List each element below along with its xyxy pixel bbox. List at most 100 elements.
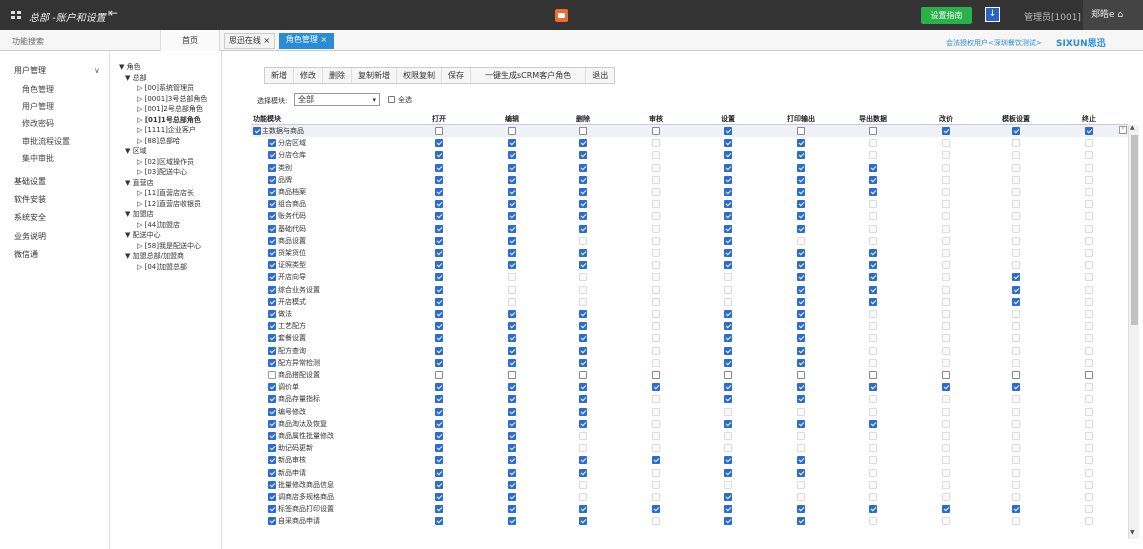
permission-checkbox[interactable]: [869, 224, 877, 233]
row-checkbox[interactable]: [268, 139, 276, 148]
permission-checkbox[interactable]: [1085, 505, 1093, 514]
permission-checkbox[interactable]: [797, 468, 805, 477]
permission-checkbox[interactable]: [652, 249, 660, 257]
permission-checkbox[interactable]: [1085, 273, 1093, 282]
permission-checkbox[interactable]: [797, 371, 805, 379]
permission-checkbox[interactable]: [435, 480, 443, 489]
permission-checkbox[interactable]: [652, 175, 660, 184]
permission-checkbox[interactable]: [652, 236, 660, 245]
permission-checkbox[interactable]: [652, 139, 660, 148]
column-header[interactable]: 改价: [916, 114, 976, 124]
permission-checkbox[interactable]: [1085, 261, 1093, 270]
permission-checkbox[interactable]: [579, 175, 587, 184]
permission-checkbox[interactable]: [942, 432, 950, 440]
permission-checkbox[interactable]: [652, 261, 660, 270]
permission-checkbox[interactable]: [508, 346, 516, 355]
permission-checkbox[interactable]: [942, 139, 950, 148]
permission-checkbox[interactable]: [652, 334, 660, 343]
permission-checkbox[interactable]: [942, 346, 950, 355]
permission-checkbox[interactable]: [797, 432, 805, 440]
permission-checkbox[interactable]: [435, 224, 443, 233]
sidebar-item-approval-flow[interactable]: 审批流程设置: [22, 136, 70, 147]
permission-checkbox[interactable]: [652, 151, 660, 160]
permission-checkbox[interactable]: [942, 224, 950, 233]
permission-checkbox[interactable]: [797, 358, 805, 367]
permission-checkbox[interactable]: [942, 310, 950, 318]
permission-checkbox[interactable]: [508, 151, 516, 160]
column-header[interactable]: 打印输出: [771, 114, 831, 124]
tree-node[interactable]: ▷ [1111]企业客户: [137, 125, 196, 135]
row-checkbox[interactable]: [268, 200, 276, 209]
permission-checkbox[interactable]: [1085, 139, 1093, 148]
scroll-up-icon[interactable]: ▲: [1130, 124, 1135, 131]
row-checkbox[interactable]: [268, 468, 276, 477]
permission-checkbox[interactable]: [579, 151, 587, 160]
permission-checkbox[interactable]: [797, 212, 805, 221]
permission-checkbox[interactable]: [724, 236, 732, 245]
permission-checkbox[interactable]: [1085, 493, 1093, 501]
permission-checkbox[interactable]: [435, 346, 443, 355]
permission-checkbox[interactable]: [724, 419, 732, 428]
function-search[interactable]: 功能搜索: [12, 36, 44, 47]
permission-checkbox[interactable]: [1012, 346, 1020, 355]
permission-checkbox[interactable]: [869, 480, 877, 489]
sidebar-item-role-management[interactable]: 角色管理: [22, 84, 54, 95]
toolbar-button[interactable]: 新增: [265, 68, 294, 83]
permission-checkbox[interactable]: [869, 493, 877, 501]
permission-checkbox[interactable]: [724, 139, 732, 148]
permission-checkbox[interactable]: [508, 310, 516, 318]
sidebar-section-business[interactable]: 业务说明: [14, 231, 46, 242]
permission-checkbox[interactable]: [797, 151, 805, 160]
row-checkbox[interactable]: [268, 236, 276, 245]
permission-checkbox[interactable]: [508, 468, 516, 477]
row-checkbox[interactable]: [268, 517, 276, 526]
permission-checkbox[interactable]: [508, 407, 516, 416]
permission-checkbox[interactable]: [1012, 175, 1020, 184]
permission-checkbox[interactable]: [1012, 456, 1020, 465]
tree-node[interactable]: ▷ [44]加盟店: [137, 220, 180, 230]
permission-checkbox[interactable]: [942, 407, 950, 416]
permission-checkbox[interactable]: [435, 285, 443, 294]
permission-checkbox[interactable]: [724, 480, 732, 489]
permission-checkbox[interactable]: [869, 444, 877, 453]
permission-checkbox[interactable]: [869, 273, 877, 282]
permission-checkbox[interactable]: [1085, 212, 1093, 221]
permission-checkbox[interactable]: [435, 517, 443, 526]
permission-checkbox[interactable]: [869, 395, 877, 404]
admin-label[interactable]: 管理员[1001]: [1024, 10, 1081, 23]
permission-checkbox[interactable]: [652, 419, 660, 428]
row-checkbox[interactable]: [268, 285, 276, 294]
permission-checkbox[interactable]: [1085, 468, 1093, 477]
row-checkbox[interactable]: [268, 456, 276, 465]
permission-checkbox[interactable]: [869, 468, 877, 477]
tree-node[interactable]: ▷ [03]配送中心: [137, 167, 187, 177]
permission-checkbox[interactable]: [1085, 395, 1093, 404]
tree-node[interactable]: ▷ [58]我是配送中心: [137, 241, 201, 251]
permission-checkbox[interactable]: [1012, 480, 1020, 489]
permission-checkbox[interactable]: [724, 334, 732, 343]
permission-checkbox[interactable]: [1085, 346, 1093, 355]
toolbar-button[interactable]: 修改: [294, 68, 323, 83]
permission-checkbox[interactable]: [435, 432, 443, 440]
permission-checkbox[interactable]: [508, 371, 516, 379]
tree-node[interactable]: ▼ 总部: [125, 73, 147, 83]
permission-checkbox[interactable]: [724, 432, 732, 440]
permission-checkbox[interactable]: [652, 212, 660, 221]
permission-checkbox[interactable]: [1012, 285, 1020, 294]
permission-checkbox[interactable]: [1085, 383, 1093, 392]
permission-checkbox[interactable]: [579, 480, 587, 489]
permission-checkbox[interactable]: [579, 249, 587, 257]
permission-checkbox[interactable]: [652, 127, 660, 135]
permission-checkbox[interactable]: [579, 407, 587, 416]
permission-checkbox[interactable]: [508, 383, 516, 392]
permission-checkbox[interactable]: [579, 224, 587, 233]
sidebar-section-wechat[interactable]: 微信通: [14, 249, 38, 260]
permission-checkbox[interactable]: [1012, 322, 1020, 331]
permission-checkbox[interactable]: [797, 395, 805, 404]
permission-checkbox[interactable]: [942, 456, 950, 465]
permission-checkbox[interactable]: [724, 127, 732, 135]
permission-checkbox[interactable]: [435, 407, 443, 416]
permission-checkbox[interactable]: [797, 139, 805, 148]
row-checkbox[interactable]: [268, 432, 276, 440]
permission-checkbox[interactable]: [579, 432, 587, 440]
